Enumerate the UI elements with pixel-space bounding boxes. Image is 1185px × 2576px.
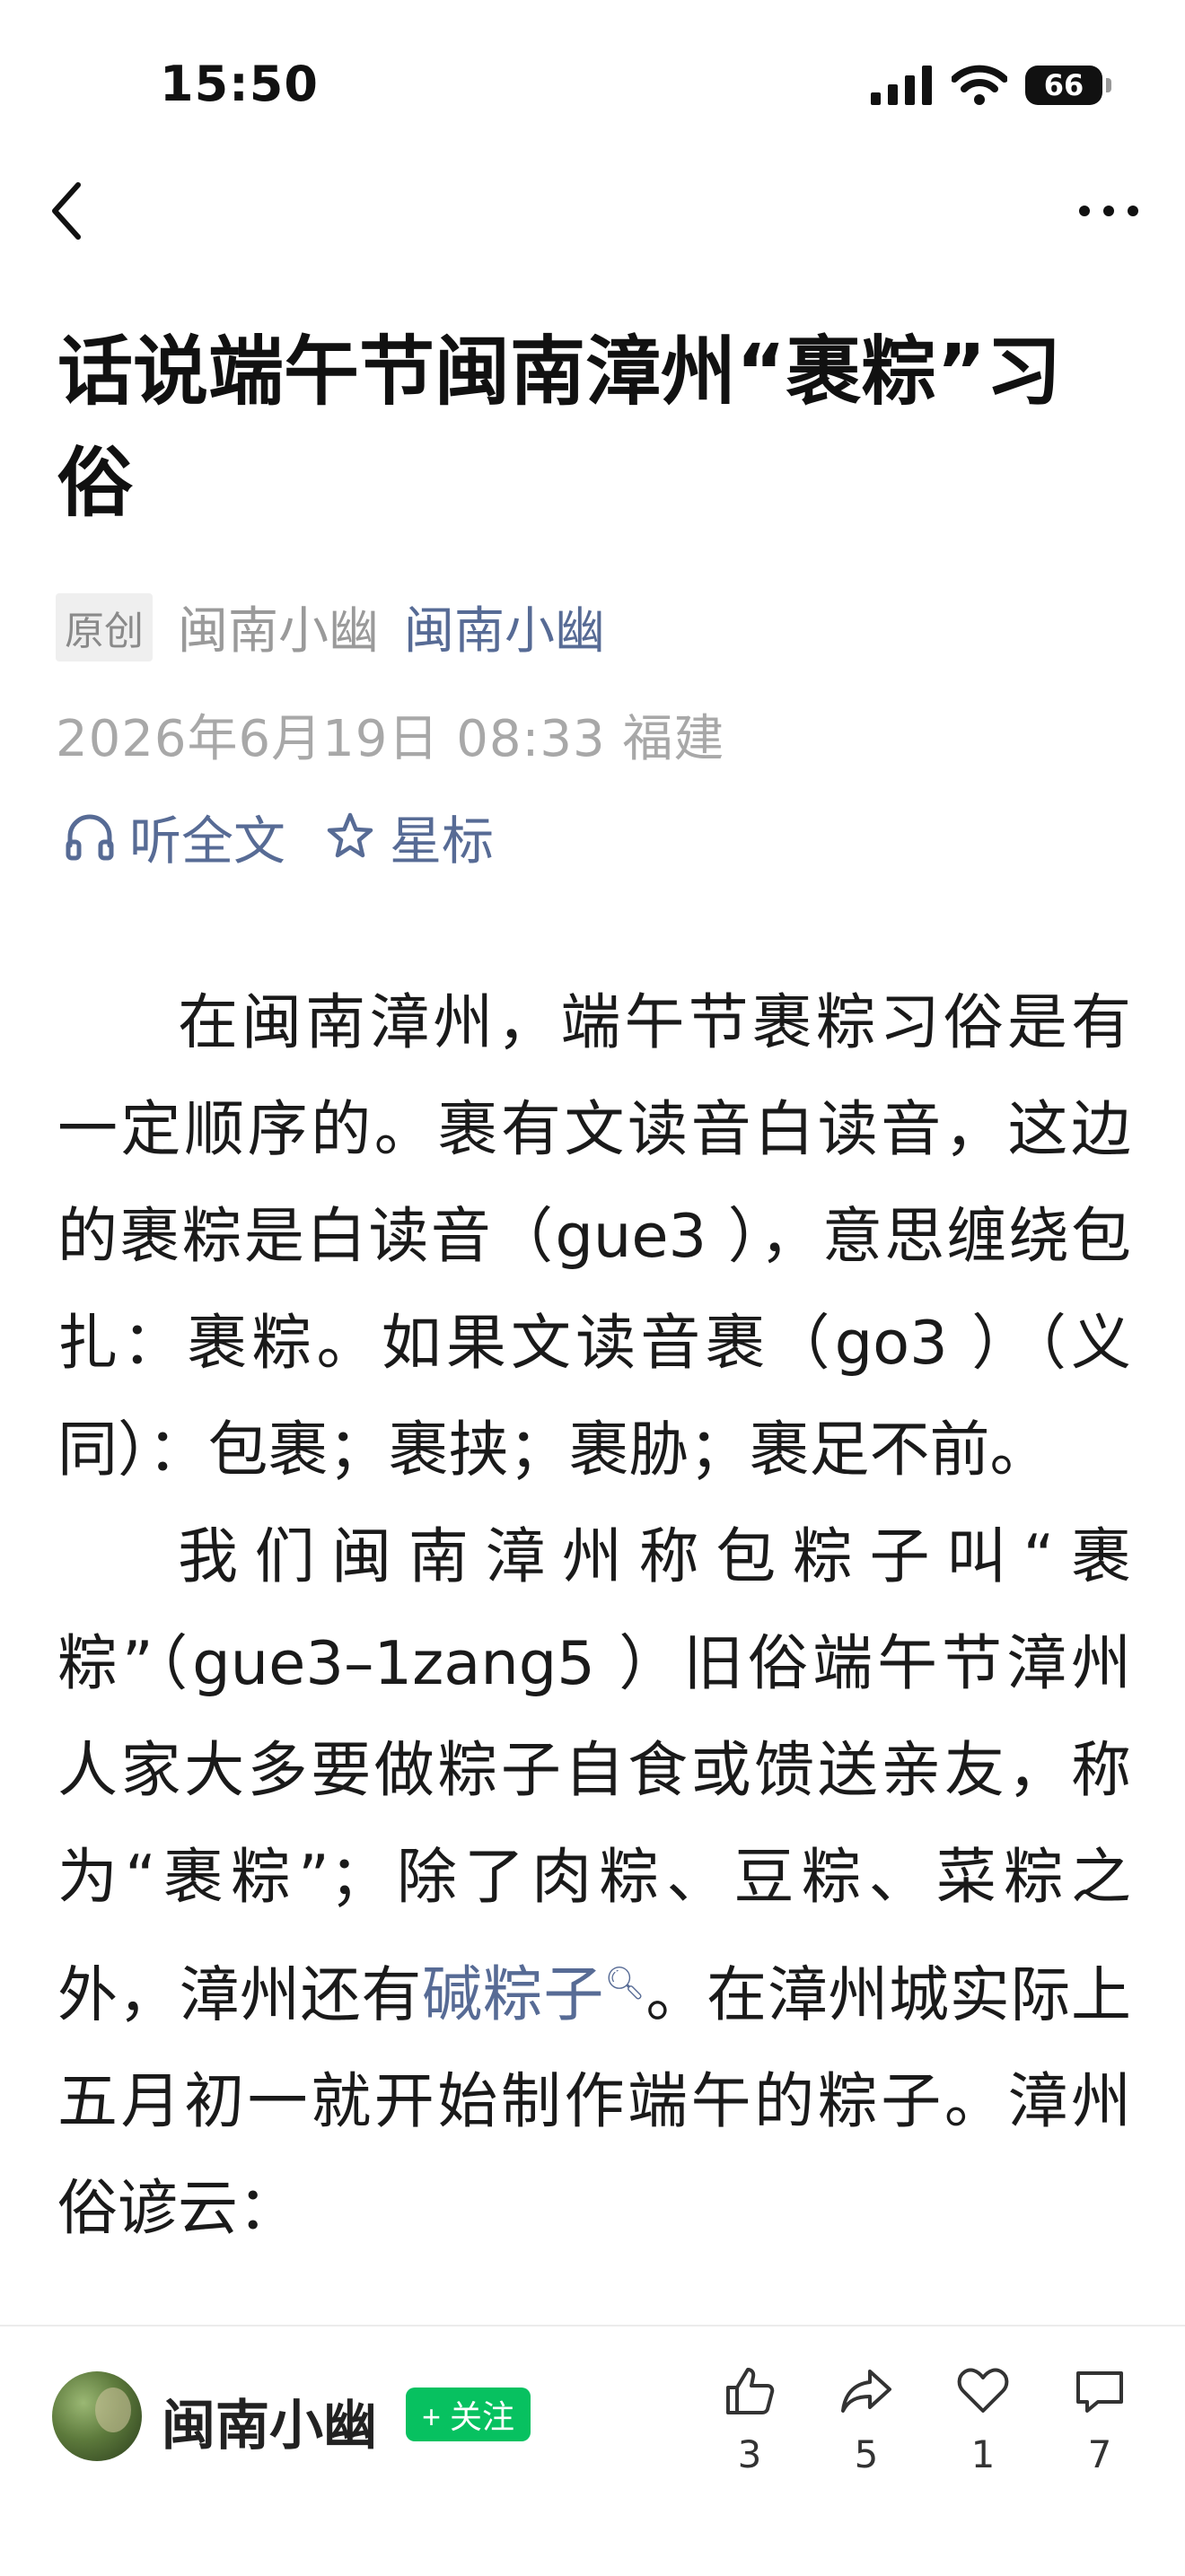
avatar[interactable] — [52, 2371, 142, 2461]
favorite-button[interactable]: 1 — [925, 2362, 1041, 2476]
share-icon — [841, 2370, 891, 2413]
comment-button[interactable]: 7 — [1041, 2362, 1158, 2476]
keyword-search-link[interactable]: 碱粽子🔍︎ — [422, 1959, 645, 2029]
favorite-count: 1 — [970, 2432, 996, 2476]
publish-date-location: 2026年6月19日 08:33 福建 — [56, 710, 725, 768]
comment-icon — [1076, 2371, 1123, 2413]
like-button[interactable]: 3 — [691, 2362, 808, 2476]
comment-count: 7 — [1087, 2432, 1112, 2476]
back-button[interactable] — [36, 180, 99, 242]
heart-icon — [957, 2368, 1009, 2413]
thumbs-up-icon — [726, 2368, 775, 2414]
bottom-author-name[interactable]: 闽南小幽 — [162, 2382, 377, 2460]
bottom-bar: 闽南小幽 + 关注 3 5 1 7 — [0, 2325, 1185, 2576]
original-tag: 原创 — [56, 592, 153, 662]
meta-row: 原创 闽南小幽 闽南小幽 — [56, 591, 605, 663]
article-title: 话说端午节闽南漳州“裹粽”习俗 — [57, 328, 1062, 527]
status-bar: 15:50 66 — [0, 0, 1185, 171]
status-icons: 66 — [871, 63, 1111, 108]
listen-button[interactable]: 听全文 — [63, 799, 285, 874]
search-icon: 🔍︎ — [604, 1966, 646, 2002]
share-button[interactable]: 5 — [808, 2362, 925, 2476]
chevron-left-icon — [52, 182, 81, 240]
more-dots-icon — [1079, 206, 1138, 216]
follow-button[interactable]: + 关注 — [406, 2388, 531, 2441]
engagement-stats: 3 5 1 7 — [691, 2362, 1158, 2476]
author-name: 闽南小幽 — [178, 602, 379, 661]
more-button[interactable] — [1068, 180, 1149, 242]
account-link[interactable]: 闽南小幽 — [404, 591, 605, 663]
status-time: 15:50 — [160, 56, 319, 112]
battery-icon: 66 — [1025, 66, 1111, 105]
star-label: 星标 — [390, 810, 495, 872]
listen-label: 听全文 — [129, 810, 286, 872]
star-icon — [327, 812, 373, 858]
article-body: 在闽南漳州，端午节裹粽习俗是有一定顺序的。裹有文读音白读音，这边的裹粽是白读音（… — [57, 969, 1131, 2334]
nav-bar — [0, 171, 1185, 251]
like-count: 3 — [737, 2432, 762, 2476]
paragraph-2-text-a: 我们闽南漳州称包粽子叫“裹粽”（gue3–1zang5 ）旧俗端午节漳州人家大多… — [57, 1521, 1131, 2030]
action-row: 听全文 星标 — [63, 799, 494, 874]
paragraph-1: 在闽南漳州，端午节裹粽习俗是有一定顺序的。裹有文读音白读音，这边的裹粽是白读音（… — [57, 987, 1131, 1485]
battery-level: 66 — [1043, 68, 1084, 102]
cellular-signal-icon — [871, 66, 932, 105]
paragraph-2: 我们闽南漳州称包粽子叫“裹粽”（gue3–1zang5 ）旧俗端午节漳州人家大多… — [57, 1503, 1131, 2262]
headphones-icon — [66, 814, 114, 861]
share-count: 5 — [854, 2432, 879, 2476]
wifi-icon — [952, 65, 1007, 105]
star-button[interactable]: 星标 — [323, 799, 494, 874]
keyword-text: 碱粽子 — [422, 1959, 604, 2030]
